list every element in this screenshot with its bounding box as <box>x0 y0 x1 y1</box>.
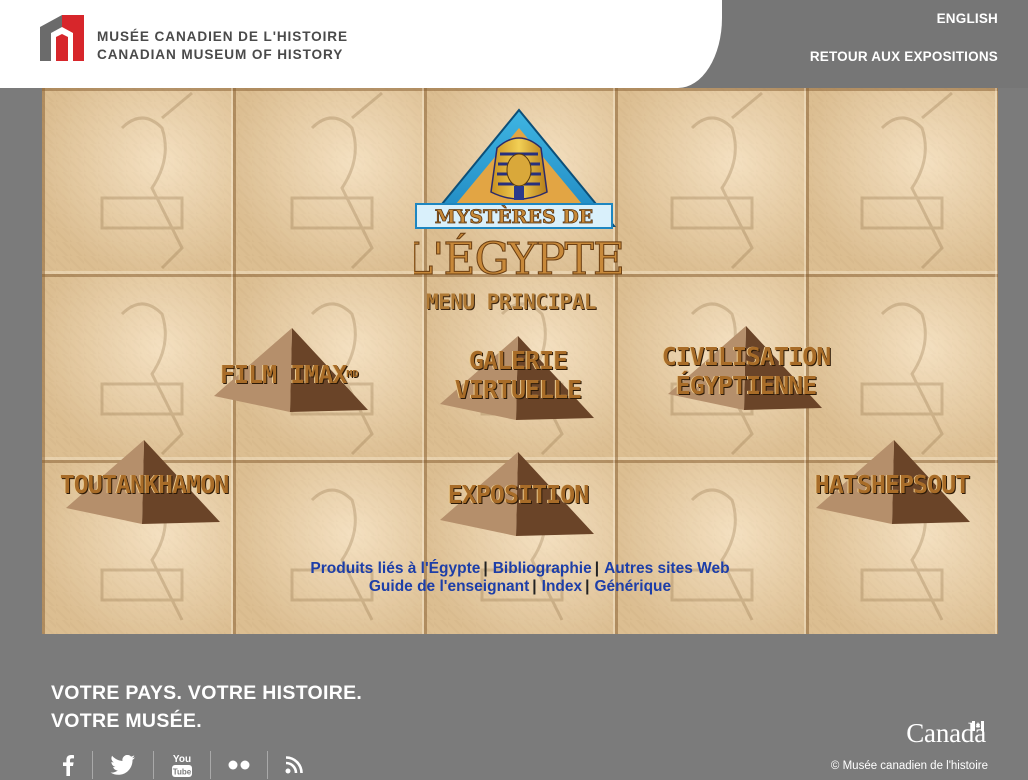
resource-links: Produits liés à l'Égypte | Bibliographie | A… <box>42 560 998 596</box>
canada-flag-icon <box>972 721 984 731</box>
flickr-icon[interactable] <box>211 751 268 779</box>
civilisation-label-line2: ÉGYPTIENNE <box>675 371 818 400</box>
link-teacher-guide[interactable]: Guide de l'enseignant <box>369 578 529 595</box>
separator: | <box>594 560 600 577</box>
separator: | <box>585 578 590 595</box>
link-credits[interactable]: Générique <box>594 578 671 595</box>
links-row-1: Produits liés à l'Égypte | Bibliographie | A… <box>42 560 998 578</box>
gallery-label-line1: GALERIE <box>468 346 568 375</box>
separator: | <box>532 578 537 595</box>
youtube-icon[interactable]: You Tube <box>154 751 211 779</box>
menu-hatshepsout[interactable]: HATSHEPSOUT <box>792 470 992 499</box>
museum-name[interactable]: MUSÉE CANADIEN DE L'HISTOIRE CANADIAN MU… <box>97 28 348 64</box>
menu-egyptian-civilisation[interactable]: CIVILISATION ÉGYPTIENNE <box>646 342 846 400</box>
museum-logo-icon[interactable] <box>40 15 84 61</box>
gallery-label-line2: VIRTUELLE <box>454 375 582 404</box>
header-bar: MUSÉE CANADIEN DE L'HISTOIRE CANADIAN MU… <box>0 0 1028 88</box>
link-other-websites[interactable]: Autres sites Web <box>604 560 729 577</box>
museum-name-fr: MUSÉE CANADIEN DE L'HISTOIRE <box>97 29 348 44</box>
title-line1: MYSTÈRES DE <box>435 205 594 228</box>
md-superscript: MD <box>346 369 359 380</box>
link-index[interactable]: Index <box>542 578 582 595</box>
links-row-2: Guide de l'enseignant | Index | Générique <box>42 578 998 596</box>
film-imax-label: FILM IMAX <box>220 360 347 389</box>
rss-icon[interactable] <box>268 751 320 779</box>
back-to-exhibitions-link[interactable]: RETOUR AUX EXPOSITIONS <box>810 49 998 64</box>
menu-toutankhamon[interactable]: TOUTANKHAMON <box>44 470 244 499</box>
civilisation-label-line1: CIVILISATION <box>661 342 832 371</box>
link-bibliography[interactable]: Bibliographie <box>493 560 592 577</box>
menu-virtual-gallery[interactable]: GALERIE VIRTUELLE <box>438 346 598 404</box>
facebook-icon[interactable] <box>55 751 93 779</box>
svg-text:You: You <box>173 754 191 765</box>
exhibition-title-logo[interactable]: MYSTÈRES DE L'ÉGYPTE <box>414 104 624 294</box>
museum-name-en: CANADIAN MUSEUM OF HISTORY <box>97 47 344 62</box>
main-content: MYSTÈRES DE L'ÉGYPTE MENU PRINCIPAL FILM… <box>42 88 998 634</box>
footer-slogan: VOTRE PAYS. VOTRE HISTOIRE. VOTRE MUSÉE. <box>51 679 362 735</box>
footer: VOTRE PAYS. VOTRE HISTOIRE. VOTRE MUSÉE.… <box>0 634 1028 779</box>
menu-film-imax[interactable]: FILM IMAXMD <box>220 360 359 389</box>
copyright-notice: © Musée canadien de l'histoire <box>830 760 988 772</box>
menu-exposition[interactable]: EXPOSITION <box>418 480 618 509</box>
twitter-icon[interactable] <box>93 751 154 779</box>
link-egypt-products[interactable]: Produits liés à l'Égypte <box>310 560 480 577</box>
main-menu-heading: MENU PRINCIPAL <box>425 290 597 314</box>
slogan-line1: VOTRE PAYS. VOTRE HISTOIRE. <box>51 682 363 704</box>
slogan-line2: VOTRE MUSÉE. <box>51 710 202 732</box>
social-links: You Tube <box>55 750 320 780</box>
svg-text:Tube: Tube <box>173 768 192 777</box>
title-line2: L'ÉGYPTE <box>414 232 624 285</box>
english-link[interactable]: ENGLISH <box>937 11 998 26</box>
separator: | <box>483 560 488 577</box>
